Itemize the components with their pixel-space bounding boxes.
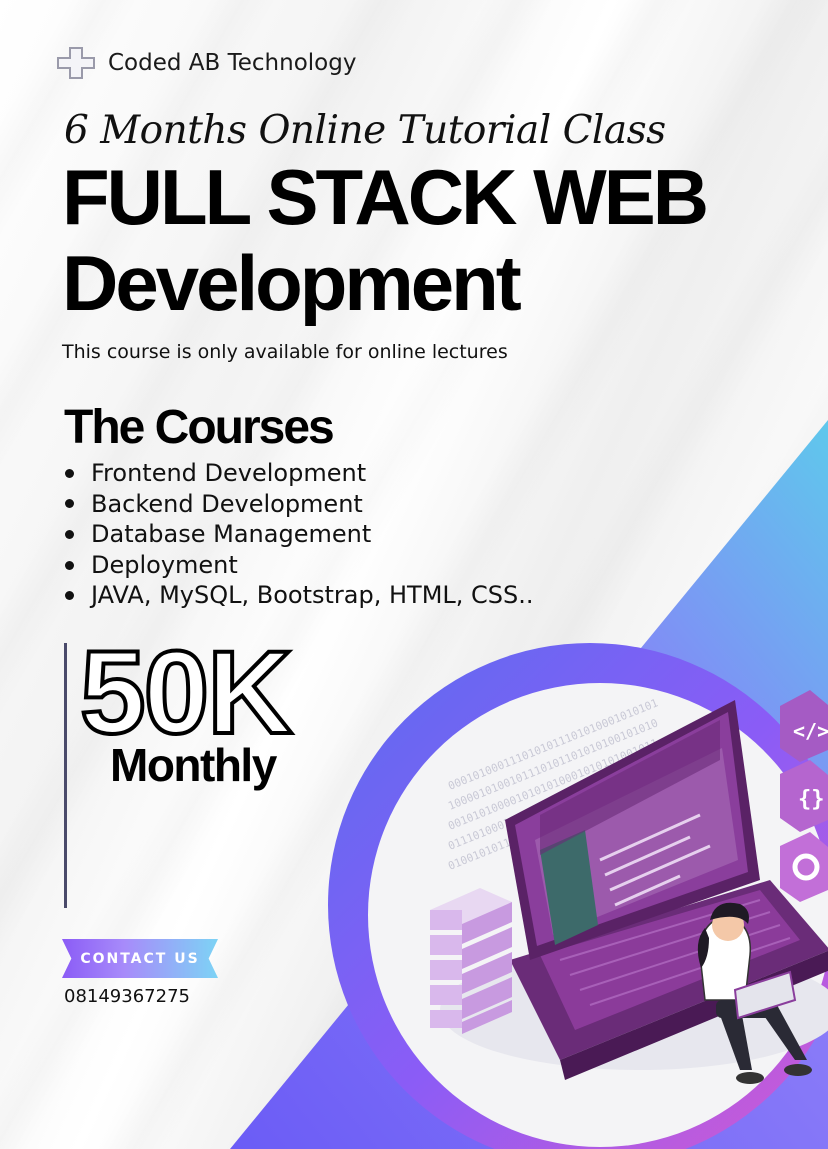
svg-text:{}: {}: [798, 787, 825, 812]
brand-name: Coded AB Technology: [108, 50, 357, 76]
svg-text:</>: </>: [793, 719, 828, 743]
list-item: Backend Development: [62, 489, 534, 520]
price-divider: [64, 643, 67, 908]
price-amount: 50K: [78, 627, 294, 759]
bullet-icon: [65, 499, 74, 509]
phone-number[interactable]: 08149367275: [64, 986, 190, 1007]
list-item: Deployment: [62, 550, 534, 581]
bullet-icon: [65, 468, 74, 478]
list-item: JAVA, MySQL, Bootstrap, HTML, CSS..: [62, 580, 534, 611]
gear-icon: [780, 832, 828, 902]
subtitle: This course is only available for online…: [62, 341, 508, 363]
list-item: Database Management: [62, 519, 534, 550]
course-list: Frontend Development Backend Development…: [62, 458, 534, 611]
curly-braces-icon: {}: [780, 760, 828, 832]
bullet-icon: [65, 591, 74, 601]
brand: Coded AB Technology: [56, 46, 356, 80]
price-period: Monthly: [110, 739, 277, 791]
bullet-icon: [65, 529, 74, 539]
code-tag-icon: </>: [780, 690, 828, 762]
page-title-line1: FULL STACK WEB: [62, 153, 709, 241]
bullet-icon: [65, 560, 74, 570]
server-stack-icon: [430, 888, 512, 1034]
courses-heading: The Courses: [64, 401, 335, 454]
plus-logo-icon: [57, 47, 95, 79]
contact-us-button[interactable]: CONTACT US: [62, 939, 218, 978]
page-title-line2: Development: [62, 239, 522, 327]
contact-us-label: CONTACT US: [80, 950, 200, 967]
tagline: 6 Months Online Tutorial Class: [64, 108, 666, 153]
list-item: Frontend Development: [62, 458, 534, 489]
